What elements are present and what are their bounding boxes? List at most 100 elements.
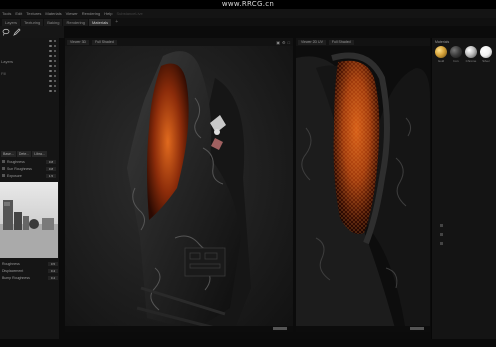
viewport-footer [65, 326, 293, 332]
maximize-icon[interactable]: □ [288, 40, 290, 45]
property-value-field[interactable]: 0.4 [48, 268, 58, 273]
visibility-icon[interactable] [49, 59, 52, 62]
layer-dot-icon [54, 79, 56, 82]
pen-icon[interactable] [13, 28, 21, 36]
tab-materials[interactable]: Materials [88, 18, 112, 26]
lasso-icon[interactable] [2, 28, 10, 36]
tab-texturing[interactable]: Texturing [21, 18, 44, 26]
menu-bar: Tools Edit Textures Materials Viewer Ren… [0, 9, 496, 18]
property-label: Exposure [7, 173, 22, 178]
camera-icon[interactable]: ▣ [276, 40, 280, 45]
shelf-icon[interactable] [440, 242, 443, 245]
layer-dot-icon [54, 59, 56, 62]
property-value-field[interactable]: 0.8 [46, 166, 56, 171]
menu-materials[interactable]: Materials [45, 11, 61, 16]
shelf-title: Materials [435, 40, 450, 44]
viewport-icons: ▣ ⚙ □ [276, 40, 293, 45]
settings-icon[interactable]: ⚙ [282, 40, 286, 45]
menu-help[interactable]: Help [104, 11, 112, 16]
mode-tab-bar: Layers Texturing Baking Rendering Materi… [0, 18, 496, 26]
material-gold[interactable] [435, 46, 447, 58]
property-row: Exposure 1.5 [0, 172, 60, 179]
visibility-icon[interactable] [49, 39, 52, 42]
layer-dot-icon [54, 89, 56, 92]
shelf-icon[interactable] [440, 233, 443, 236]
add-tab-button[interactable]: + [112, 19, 121, 25]
visibility-icon[interactable] [49, 64, 52, 67]
menu-substance-live[interactable]: SubstanceLive [116, 11, 142, 16]
camera-select[interactable]: Viewer 2D UV [298, 39, 326, 45]
layers-header: Layers [1, 59, 14, 64]
material-iron[interactable] [450, 46, 462, 58]
menu-rendering[interactable]: Rendering [82, 11, 100, 16]
status-bar [0, 339, 496, 347]
property-value-field[interactable]: 0.4 [48, 275, 58, 280]
property-value-field[interactable]: 0.5 [48, 261, 58, 266]
layer-dot-icon [54, 74, 56, 77]
property-value-field[interactable]: 1.5 [46, 173, 56, 178]
tab-base[interactable]: Base... [1, 151, 16, 157]
tab-baking[interactable]: Baking [44, 18, 63, 26]
visibility-icon[interactable] [49, 89, 52, 92]
viewport-header: Viewer 2D UV Full Shaded [296, 38, 430, 46]
property-label: Bump Roughness [2, 275, 30, 280]
viewport-3d[interactable]: Viewer 3D Full Shaded ▣ ⚙ □ [65, 38, 293, 332]
viewport-header: Viewer 3D Full Shaded ▣ ⚙ □ [65, 38, 293, 46]
material-label: Chrome [465, 59, 477, 63]
menu-edit[interactable]: Edit [15, 11, 22, 16]
tab-detail[interactable]: Dete... [16, 151, 32, 157]
layer-list: Layers Fill [0, 38, 60, 100]
tool-strip [0, 26, 64, 38]
property-value-field[interactable]: 0.8 [46, 159, 56, 164]
layer-dot-icon [54, 39, 56, 42]
tab-layers[interactable]: Layers [2, 18, 21, 26]
menu-tools[interactable]: Tools [2, 11, 11, 16]
material-silver[interactable] [480, 46, 492, 58]
property-row: Displacement 0.4 [0, 267, 60, 274]
tab-library[interactable]: Libra... [32, 151, 47, 157]
visibility-icon[interactable] [49, 84, 52, 87]
watermark-text: www.RRCG.cn [0, 0, 496, 9]
materials-shelf: Materials Gold Iron Chrome Silver [431, 38, 496, 339]
properties-tabs: Base... Dete... Libra... [0, 150, 60, 158]
visibility-icon[interactable] [49, 54, 52, 57]
menu-viewer[interactable]: Viewer [66, 11, 78, 16]
swatch [2, 174, 5, 177]
environment-properties: Roughness 0.5 Displacement 0.4 Bump Roug… [0, 260, 60, 340]
visibility-icon[interactable] [49, 69, 52, 72]
swatch [2, 167, 5, 170]
property-label: Roughness [7, 159, 25, 164]
visibility-icon[interactable] [49, 79, 52, 82]
menu-textures[interactable]: Textures [26, 11, 41, 16]
viewport-2d[interactable]: Viewer 2D UV Full Shaded [296, 38, 430, 332]
viewport-scrollbar[interactable] [410, 327, 424, 330]
material-chrome[interactable] [465, 46, 477, 58]
layer-row[interactable] [0, 88, 60, 93]
viewport-footer [296, 326, 430, 332]
environment-preview[interactable] [0, 182, 58, 258]
property-row: Roughness 0.5 [0, 260, 60, 267]
layer-dot-icon [54, 64, 56, 67]
material-label: Iron [453, 59, 459, 63]
property-label: Roughness [2, 261, 20, 266]
swatch [2, 160, 5, 163]
viewport-scrollbar[interactable] [273, 327, 287, 330]
shelf-side-icons [440, 224, 444, 245]
visibility-icon[interactable] [49, 49, 52, 52]
visibility-icon[interactable] [49, 44, 52, 47]
tab-rendering[interactable]: Rendering [63, 18, 88, 26]
layer-dot-icon [54, 69, 56, 72]
shelf-icon[interactable] [440, 224, 443, 227]
material-label: Gold [437, 59, 445, 63]
property-row: Roughness 0.8 [0, 158, 60, 165]
material-label: Silver [482, 59, 490, 63]
property-row: Bump Roughness 0.4 [0, 274, 60, 281]
visibility-icon[interactable] [49, 74, 52, 77]
property-row: Sun Roughness 0.8 [0, 165, 60, 172]
shading-mode-select[interactable]: Full Shaded [328, 39, 354, 45]
left-panel: Layers Fill Base... Dete... Libra... Rou… [0, 38, 60, 339]
property-label: Sun Roughness [7, 166, 32, 171]
shading-mode-select[interactable]: Full Shaded [92, 39, 117, 45]
camera-select[interactable]: Viewer 3D [67, 39, 90, 45]
material-row [432, 46, 496, 58]
